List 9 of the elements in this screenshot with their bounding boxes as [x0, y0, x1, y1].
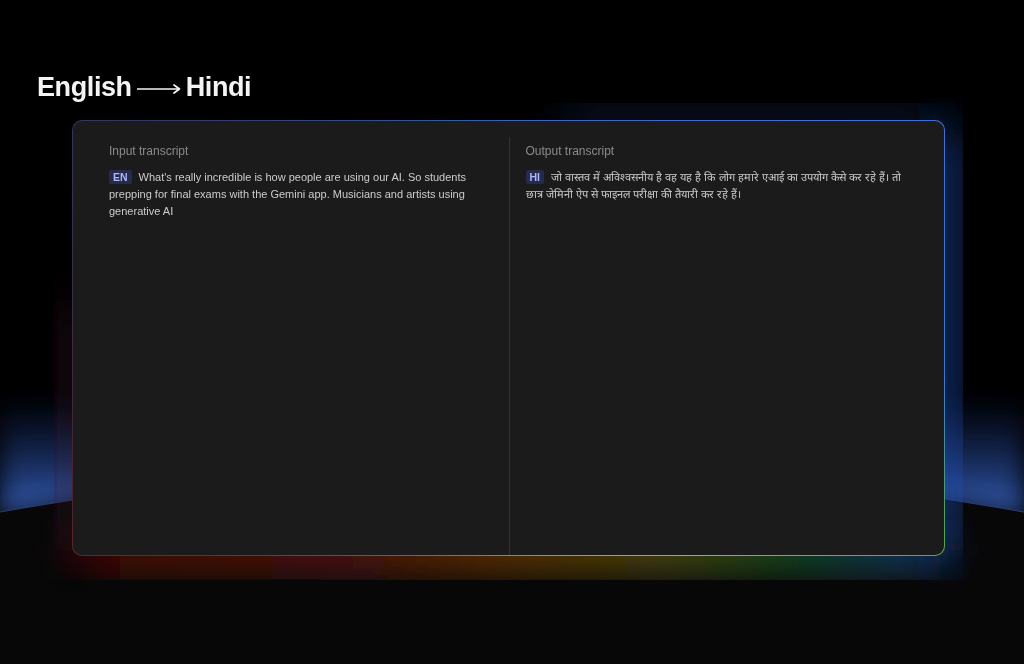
source-language-title: English: [37, 71, 132, 103]
arrow-icon: [136, 83, 181, 94]
panel-heading: Input transcript: [109, 143, 190, 159]
language-badge: EN: [109, 170, 132, 184]
panel-heading: Output transcript: [525, 143, 616, 159]
transcript-text: HI जो वास्तव में अविश्वसनीय है वह यह है कि लोग हमारे एआई का उपयोग कैसे कर रहे हैं। तो छात्र जेमिनी ऐप से फाइनल परीक्षा की तैयारी कर रहे हैं।: [525, 169, 902, 202]
language-badge: HI: [525, 170, 544, 184]
target-language-title: Hindi: [185, 71, 252, 103]
transcript-text: EN What's really incredible is how people are using our AI. So students prepping for final exams with the Gemini app. Musicians and artists using generative AI: [109, 169, 467, 219]
